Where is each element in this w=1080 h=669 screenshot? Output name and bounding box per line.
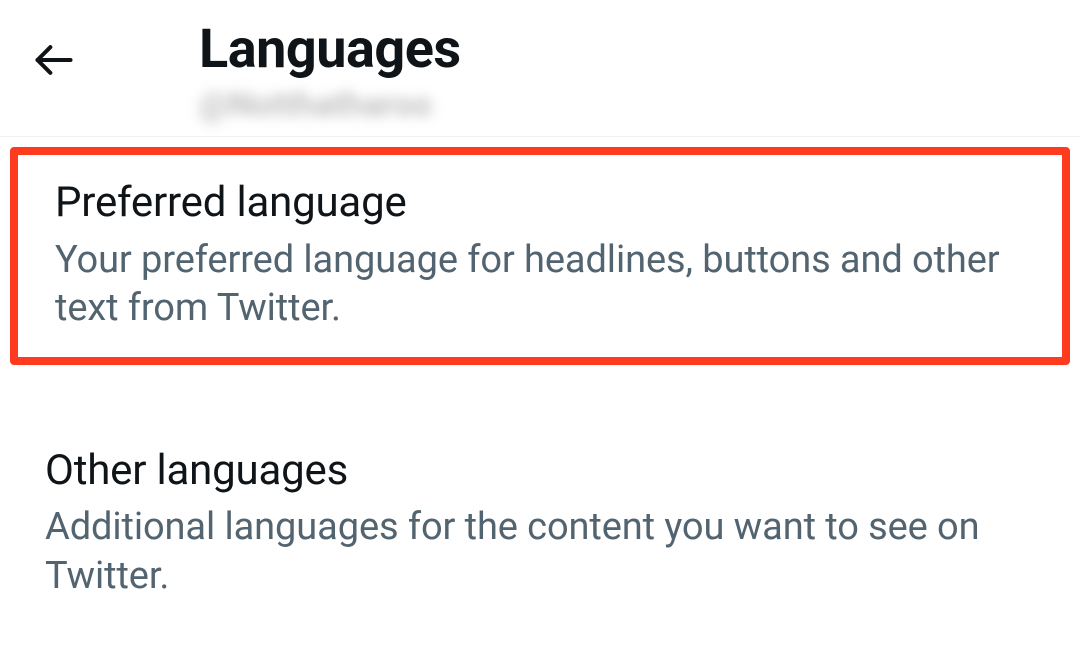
setting-other-languages[interactable]: Other languages Additional languages for… bbox=[0, 415, 1080, 631]
back-arrow-icon bbox=[32, 38, 76, 82]
back-button[interactable] bbox=[24, 30, 84, 90]
setting-title: Preferred language bbox=[55, 177, 1025, 230]
setting-description: Your preferred language for headlines, b… bbox=[55, 236, 1025, 333]
page-title: Languages bbox=[199, 20, 461, 79]
page-subtitle: @Notthatharoo bbox=[199, 85, 461, 126]
setting-description: Additional languages for the content you… bbox=[45, 503, 1035, 600]
settings-list: Preferred language Your preferred langua… bbox=[0, 147, 1080, 631]
page-header: Languages @Notthatharoo bbox=[0, 0, 1080, 136]
setting-title: Other languages bbox=[45, 445, 1035, 498]
header-text: Languages @Notthatharoo bbox=[199, 20, 461, 126]
setting-preferred-language[interactable]: Preferred language Your preferred langua… bbox=[10, 147, 1070, 365]
header-divider bbox=[0, 136, 1080, 137]
